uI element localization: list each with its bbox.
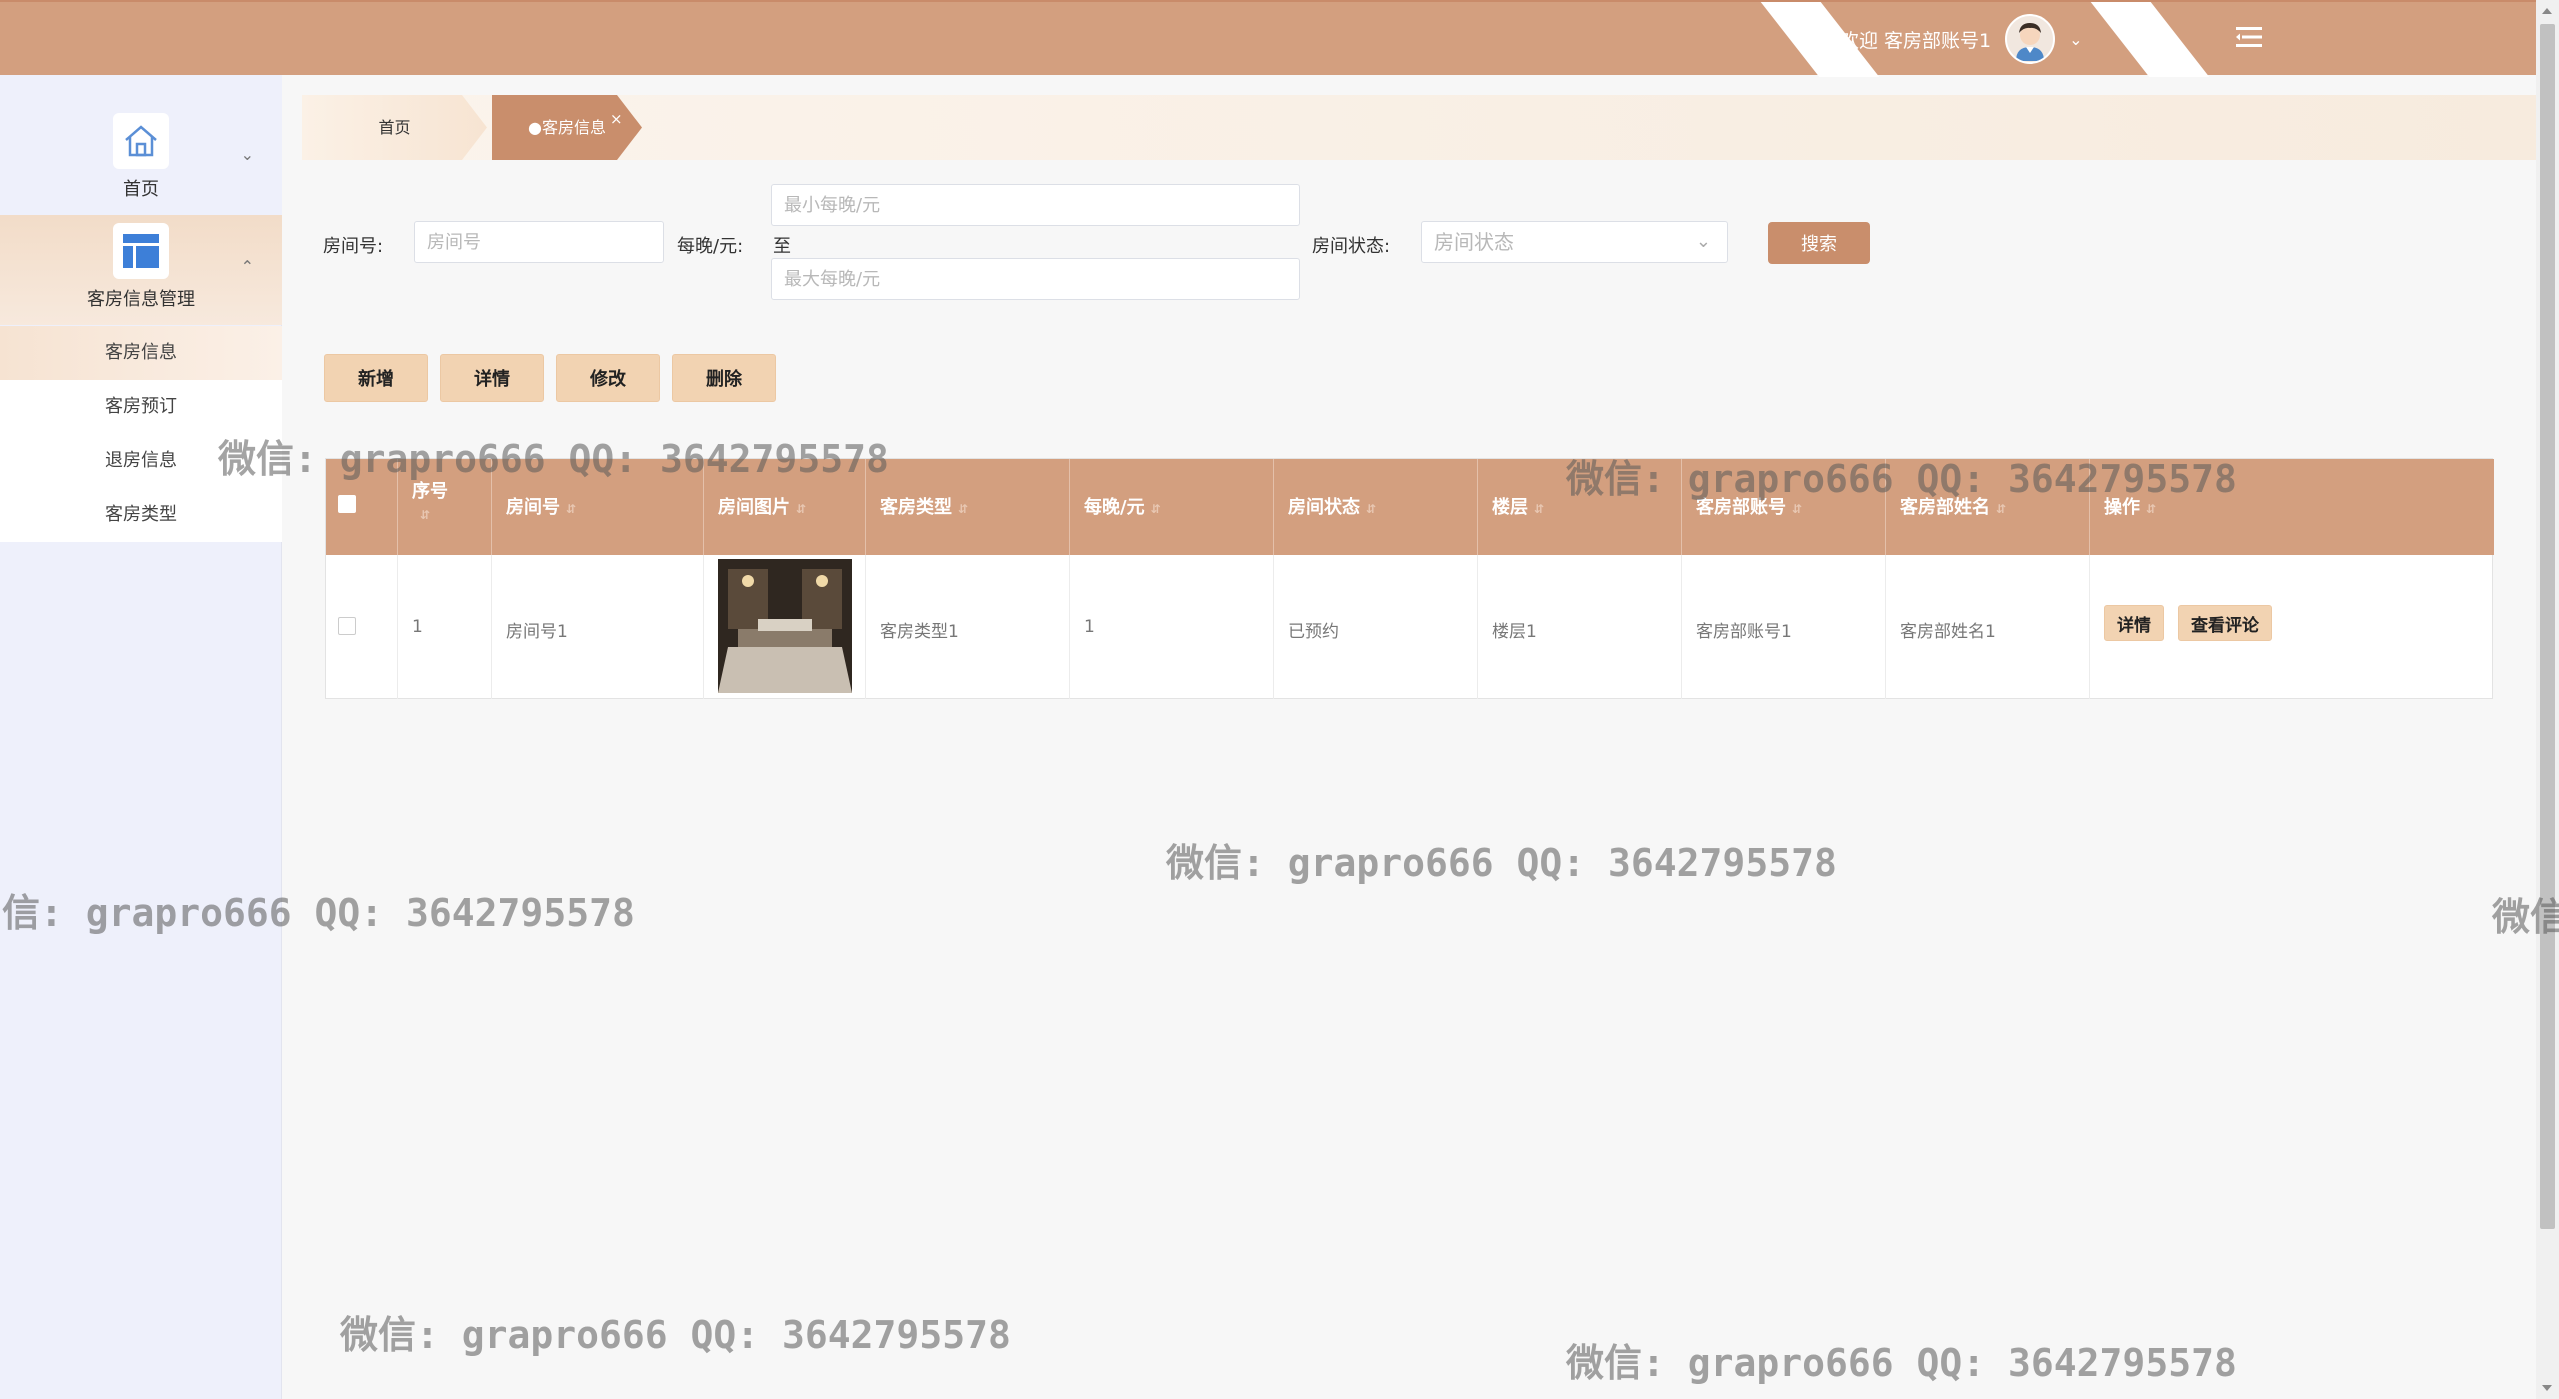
layout-icon [113, 223, 169, 279]
range-separator: 至 [773, 236, 791, 257]
scrollbar-thumb[interactable] [2540, 24, 2555, 1229]
tab-room-info-label: ●客房信息 [528, 118, 606, 137]
data-table: 序号 ⇵ 房间号 ⇵ 房间图片 ⇵ 客房类型 ⇵ 每晚/元 ⇵ 房间状态 ⇵ 楼层 ⇵ 客房部… [325, 458, 2494, 699]
cell-operations: 详情 查看评论 [2090, 555, 2494, 699]
chevron-down-icon[interactable]: ⌄ [2069, 30, 2082, 49]
sort-icon: ⇵ [796, 502, 807, 516]
watermark: 微信: grapro666 QQ: 3642795578 [1566, 1341, 2237, 1385]
sidebar-submenu: 客房信息 客房预订 退房信息 客房类型 [0, 326, 282, 542]
chevron-up-icon: ⌃ [240, 257, 254, 276]
room-status-placeholder: 房间状态 [1434, 230, 1514, 254]
column-header: 操作 ⇵ [2090, 459, 2494, 555]
column-label: 操作 [2104, 497, 2140, 518]
cell-room-type: 客房类型1 [866, 555, 1070, 699]
breadcrumb: 首页 ●客房信息 × [302, 95, 2536, 160]
watermark: 微信: grapro666 QQ: 3642795578 [1166, 841, 1837, 885]
home-icon [113, 113, 169, 169]
menu-toggle-icon[interactable] [2232, 22, 2266, 52]
top-bar: 欢迎 客房部账号1 ⌄ [0, 0, 2536, 77]
room-no-label: 房间号: [323, 236, 384, 257]
room-status-label: 房间状态: [1312, 236, 1391, 257]
cell-floor: 楼层1 [1478, 555, 1682, 699]
cell-account: 客房部账号1 [1682, 555, 1886, 699]
sidebar-home-label: 首页 [123, 179, 159, 200]
sort-icon: ⇵ [1534, 502, 1545, 516]
sidebar: 首页 ⌄ 客房信息管理 ⌃ 客房信息 客房预订 退房信息 客房类型 [0, 75, 282, 1399]
price-label: 每晚/元: [677, 236, 744, 257]
sort-icon: ⇵ [1996, 502, 2007, 516]
select-all-checkbox[interactable] [338, 495, 356, 513]
close-icon[interactable]: × [610, 95, 623, 152]
table-header: 序号 ⇵ 房间号 ⇵ 房间图片 ⇵ 客房类型 ⇵ 每晚/元 ⇵ 房间状态 ⇵ 楼层 ⇵ 客房部… [326, 459, 2494, 555]
column-header[interactable]: 每晚/元 ⇵ [1070, 459, 1274, 555]
column-header[interactable]: 客房部账号 ⇵ [1682, 459, 1886, 555]
room-status-select[interactable]: 房间状态 ⌄ [1421, 221, 1728, 263]
sort-icon: ⇵ [1150, 502, 1161, 516]
tab-home[interactable]: 首页 [302, 95, 487, 160]
column-label: 楼层 [1492, 497, 1528, 518]
welcome-text: 欢迎 客房部账号1 [1840, 29, 1992, 52]
decor-stripe [2090, 2, 2210, 77]
cell-index: 1 [398, 555, 492, 699]
sort-icon: ⇵ [958, 502, 969, 516]
edit-button[interactable]: 修改 [556, 354, 660, 402]
min-price-input[interactable] [771, 184, 1300, 226]
sidebar-item-room-type[interactable]: 客房类型 [0, 488, 282, 542]
column-header[interactable]: 房间号 ⇵ [492, 459, 704, 555]
sidebar-item-room-info[interactable]: 客房信息 [0, 326, 282, 380]
chevron-down-icon: ⌄ [240, 145, 254, 164]
sidebar-item-room-booking[interactable]: 客房预订 [0, 380, 282, 434]
column-header[interactable]: 房间图片 ⇵ [704, 459, 866, 555]
max-price-input[interactable] [771, 258, 1300, 300]
detail-button[interactable]: 详情 [440, 354, 544, 402]
cell-status: 已预约 [1274, 555, 1478, 699]
scroll-down-icon[interactable] [2542, 1385, 2552, 1391]
user-avatar[interactable] [2005, 14, 2056, 64]
row-select-cell [326, 555, 398, 699]
room-image[interactable] [718, 559, 852, 693]
view-comments-button[interactable]: 查看评论 [2178, 605, 2272, 641]
chevron-down-icon: ⌄ [1695, 231, 1711, 252]
column-header[interactable]: 序号 ⇵ [398, 459, 492, 555]
sidebar-item-checkout-info[interactable]: 退房信息 [0, 434, 282, 488]
sort-icon: ⇵ [1792, 502, 1803, 516]
column-label: 客房类型 [880, 497, 952, 518]
sort-icon: ⇵ [566, 502, 577, 516]
sidebar-group-header[interactable]: 客房信息管理 ⌃ [0, 215, 282, 325]
sort-icon: ⇵ [420, 508, 431, 522]
column-label: 房间图片 [718, 497, 790, 518]
sort-icon: ⇵ [1366, 502, 1377, 516]
column-header[interactable]: 楼层 ⇵ [1478, 459, 1682, 555]
room-no-input[interactable] [414, 221, 664, 263]
search-button[interactable]: 搜索 [1768, 222, 1870, 264]
sort-icon: ⇵ [2146, 502, 2157, 516]
column-label: 客房部姓名 [1900, 497, 1990, 518]
header-select-all [326, 459, 398, 555]
row-detail-button[interactable]: 详情 [2104, 605, 2164, 641]
column-label: 客房部账号 [1696, 497, 1786, 518]
scroll-up-icon[interactable] [2542, 8, 2552, 14]
column-header[interactable]: 客房类型 ⇵ [866, 459, 1070, 555]
column-label: 房间状态 [1288, 497, 1360, 518]
cell-price: 1 [1070, 555, 1274, 699]
column-label: 序号 [412, 481, 448, 502]
cell-room-image [704, 555, 866, 699]
cell-room-no: 房间号1 [492, 555, 704, 699]
row-checkbox[interactable] [338, 617, 356, 635]
column-label: 每晚/元 [1084, 497, 1145, 518]
column-header[interactable]: 客房部姓名 ⇵ [1886, 459, 2090, 555]
cell-name: 客房部姓名1 [1886, 555, 2090, 699]
delete-button[interactable]: 删除 [672, 354, 776, 402]
add-button[interactable]: 新增 [324, 354, 428, 402]
sidebar-item-home[interactable]: 首页 ⌄ [0, 75, 282, 215]
user-menu[interactable]: 欢迎 客房部账号1 ⌄ [1840, 14, 2083, 64]
column-header[interactable]: 房间状态 ⇵ [1274, 459, 1478, 555]
vertical-scrollbar[interactable] [2536, 0, 2559, 1399]
column-label: 房间号 [506, 497, 560, 518]
watermark: 微信: grapro666 QQ: 3642795578 [340, 1313, 1011, 1357]
tab-room-info[interactable]: ●客房信息 × [492, 95, 642, 160]
sidebar-group-label: 客房信息管理 [87, 289, 195, 310]
